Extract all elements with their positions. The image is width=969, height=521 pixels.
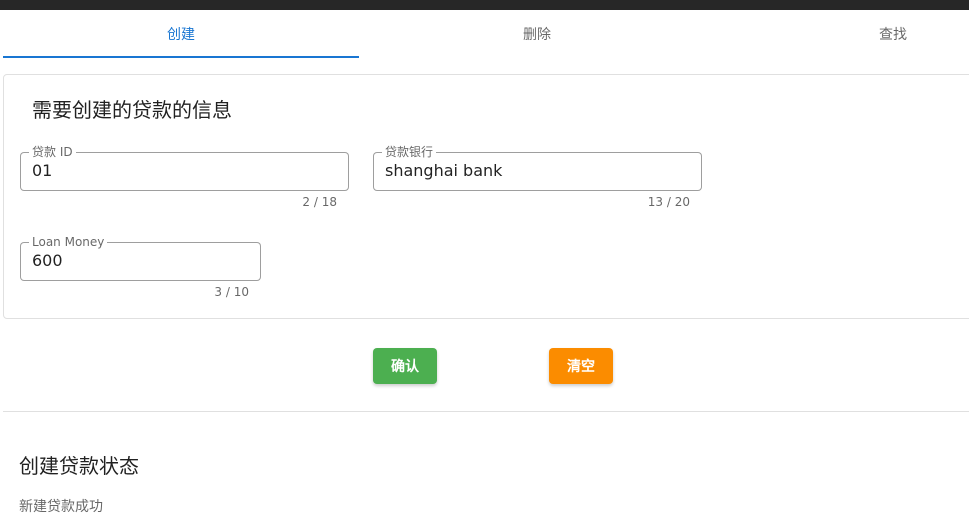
- status-title: 创建贷款状态: [19, 454, 139, 478]
- top-app-bar: [0, 0, 969, 10]
- confirm-button-label: 确认: [391, 359, 419, 375]
- tab-create-label: 创建: [167, 27, 195, 43]
- loan-bank-label: 贷款银行: [382, 145, 437, 159]
- clear-button-label: 清空: [567, 359, 595, 375]
- tab-bar: 创建 删除 查找: [3, 10, 969, 58]
- form-title: 需要创建的贷款的信息: [32, 98, 232, 122]
- status-message: 新建贷款成功: [19, 499, 103, 515]
- loan-money-label: Loan Money: [29, 235, 108, 249]
- active-tab-indicator: [3, 56, 359, 58]
- loan-id-label: 贷款 ID: [29, 145, 76, 159]
- loan-bank-counter: 13 / 20: [647, 195, 690, 209]
- section-divider: [3, 411, 969, 412]
- tab-delete[interactable]: 删除: [359, 10, 715, 58]
- loan-bank-value: shanghai bank: [385, 161, 503, 180]
- loan-bank-field[interactable]: 贷款银行 shanghai bank: [373, 145, 702, 191]
- confirm-button[interactable]: 确认: [373, 348, 437, 384]
- clear-button[interactable]: 清空: [549, 348, 613, 384]
- loan-id-field[interactable]: 贷款 ID 01: [20, 145, 349, 191]
- tab-search-label: 查找: [879, 27, 907, 43]
- tab-delete-label: 删除: [523, 27, 551, 43]
- tab-create[interactable]: 创建: [3, 10, 359, 58]
- loan-id-value: 01: [32, 161, 53, 180]
- loan-money-field[interactable]: Loan Money 600: [20, 235, 261, 281]
- tab-search[interactable]: 查找: [715, 10, 969, 58]
- loan-id-counter: 2 / 18: [302, 195, 337, 209]
- loan-money-counter: 3 / 10: [214, 285, 249, 299]
- loan-money-value: 600: [32, 251, 63, 270]
